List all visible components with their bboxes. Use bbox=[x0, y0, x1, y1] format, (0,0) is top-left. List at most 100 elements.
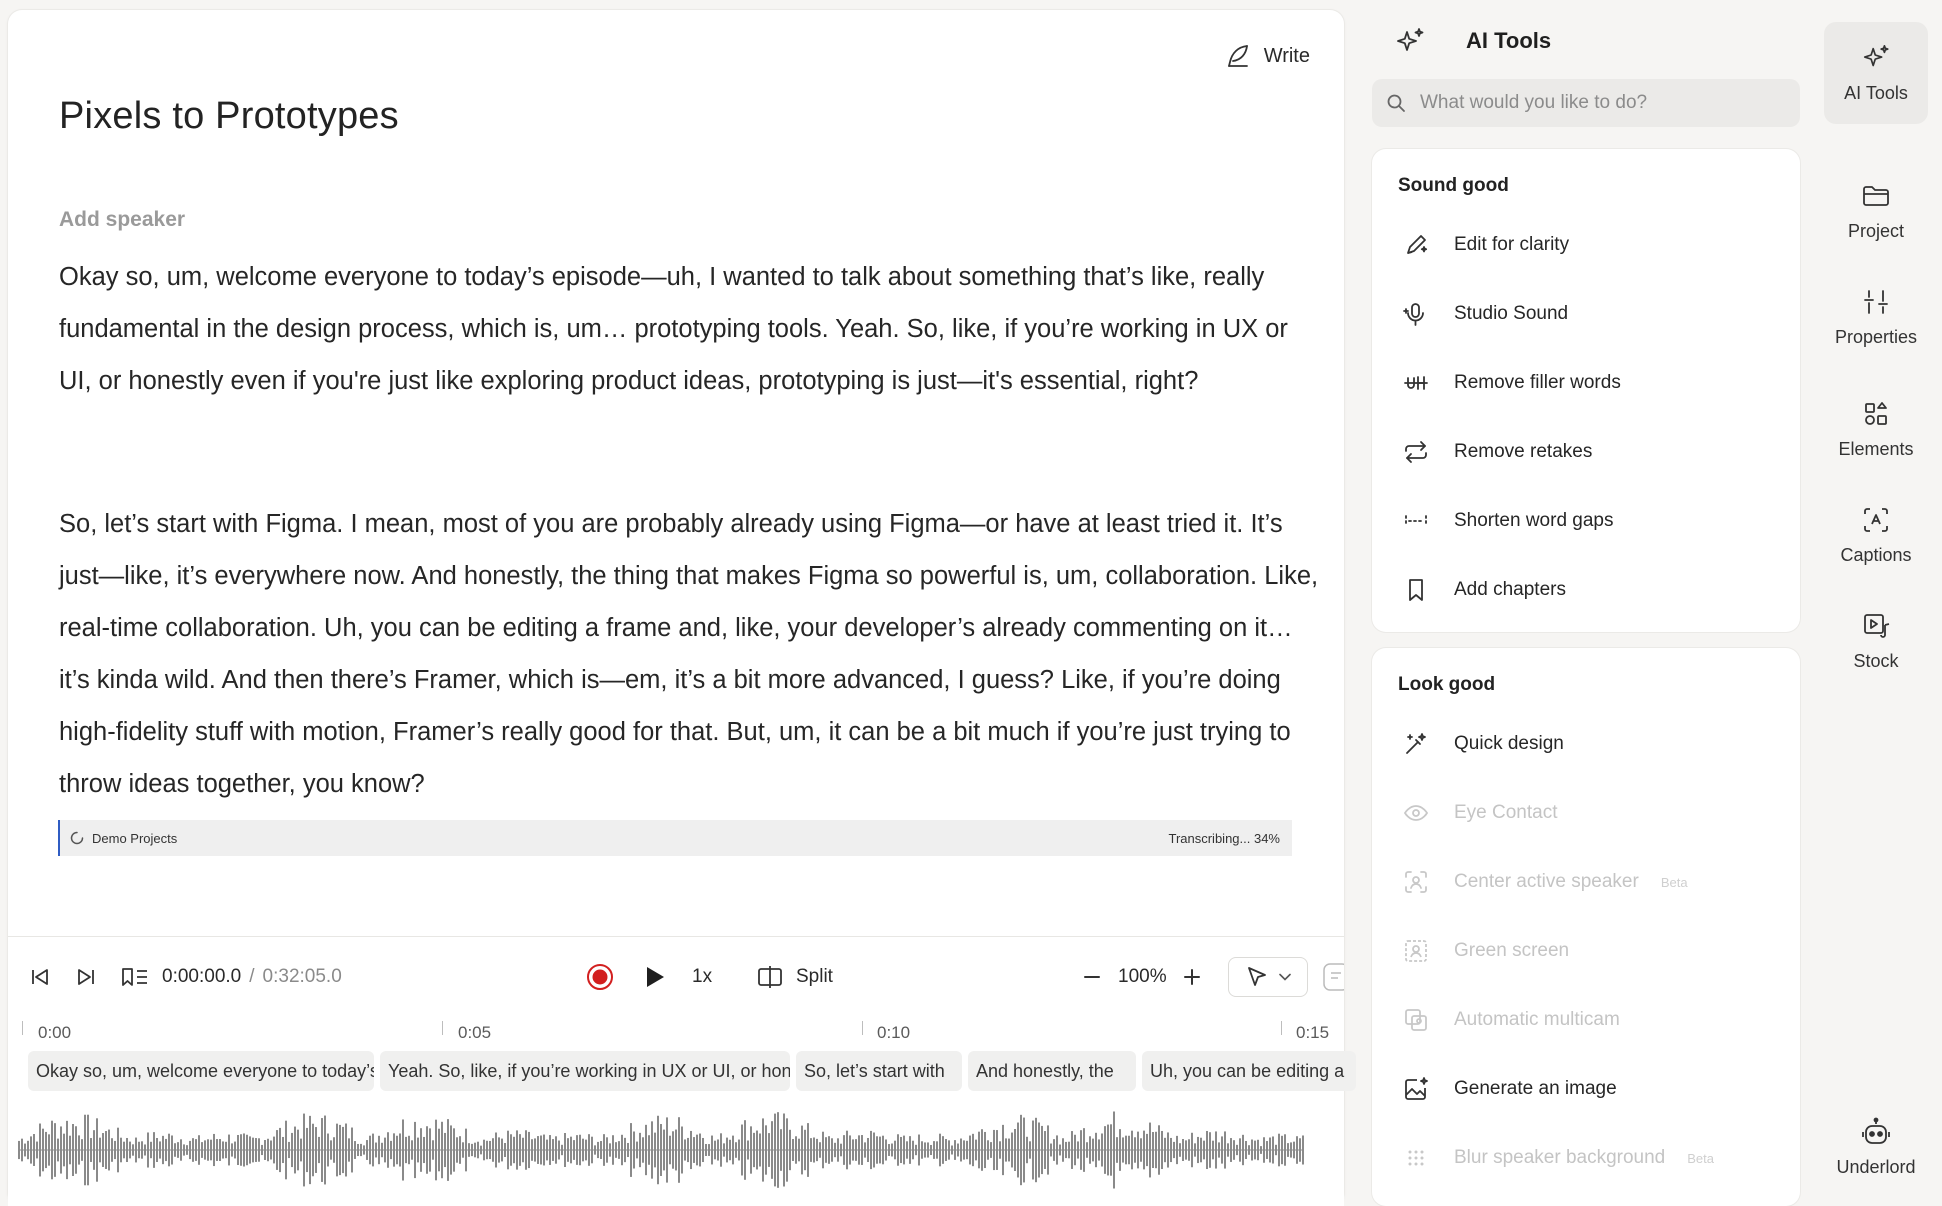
tool-label: Remove filler words bbox=[1454, 372, 1621, 393]
plus-icon bbox=[1180, 965, 1204, 989]
timecode-display: 0:00:00.0 / 0:32:05.0 bbox=[162, 955, 342, 999]
eye-icon bbox=[1390, 787, 1442, 839]
generate-image-button[interactable]: Generate an image bbox=[1388, 1063, 1784, 1115]
ruler-tick bbox=[1281, 1021, 1282, 1035]
transcript-clip[interactable]: So, let’s start with bbox=[796, 1051, 962, 1091]
pen-sparkle-icon bbox=[1390, 219, 1442, 271]
tool-label: Automatic multicam bbox=[1454, 1009, 1620, 1030]
total-duration: 0:32:05.0 bbox=[262, 966, 342, 987]
rail-label: Captions bbox=[1840, 544, 1912, 565]
tool-label: Add chapters bbox=[1454, 579, 1566, 600]
center-active-speaker-button[interactable]: Center active speaker Beta bbox=[1388, 856, 1784, 908]
multicam-icon bbox=[1390, 994, 1442, 1046]
ruler-tick bbox=[22, 1021, 23, 1035]
transcript-clip[interactable]: And honestly, the bbox=[968, 1051, 1136, 1091]
ruler-tick bbox=[442, 1021, 443, 1035]
time-separator: / bbox=[249, 966, 255, 987]
ruler-label: 0:00 bbox=[38, 1023, 72, 1042]
zoom-in-button[interactable] bbox=[1180, 955, 1204, 999]
transcription-status-bar: Demo Projects Transcribing... 34% bbox=[58, 820, 1292, 856]
add-chapters-button[interactable]: Add chapters bbox=[1388, 564, 1784, 616]
rail-properties[interactable]: Properties bbox=[1824, 266, 1928, 368]
studio-sound-button[interactable]: Studio Sound bbox=[1388, 288, 1784, 340]
ai-search-box[interactable] bbox=[1372, 79, 1800, 127]
ruler-label: 0:05 bbox=[458, 1023, 492, 1042]
more-tools-button[interactable] bbox=[1322, 955, 1344, 999]
tool-label: Remove retakes bbox=[1454, 441, 1593, 462]
current-time: 0:00:00.0 bbox=[162, 966, 242, 987]
waveform-baseline bbox=[18, 1149, 1304, 1151]
ai-tools-header bbox=[1394, 22, 1426, 62]
transcript-clip[interactable]: Yeah. So, like, if you’re working in UX … bbox=[380, 1051, 790, 1091]
add-speaker-label[interactable]: Add speaker bbox=[59, 208, 185, 232]
chapters-button[interactable] bbox=[120, 955, 150, 999]
rail-label: Properties bbox=[1834, 326, 1918, 347]
section-title: Sound good bbox=[1398, 175, 1509, 196]
timeline-panel: 0:00:00.0 / 0:32:05.0 1x Split 100% 0:00… bbox=[8, 936, 1356, 1206]
rail-captions[interactable]: Captions bbox=[1824, 484, 1928, 586]
ai-tools-title: AI Tools bbox=[1466, 28, 1552, 53]
transcribing-progress: Transcribing... 34% bbox=[1168, 830, 1280, 846]
split-button[interactable]: Split bbox=[756, 955, 833, 999]
pointer-tool-select[interactable] bbox=[1228, 957, 1308, 997]
tool-label: Generate an image bbox=[1454, 1078, 1617, 1099]
remove-filler-words-button[interactable]: Remove filler words bbox=[1388, 357, 1784, 409]
rail-label: Elements bbox=[1838, 438, 1914, 459]
spinner-icon bbox=[70, 831, 84, 845]
tool-label: Eye Contact bbox=[1454, 802, 1558, 823]
skip-forward-button[interactable] bbox=[74, 955, 98, 999]
rail-ai-tools[interactable]: AI Tools bbox=[1824, 22, 1928, 124]
split-label: Split bbox=[796, 966, 833, 987]
strikethrough-icon bbox=[1390, 357, 1442, 409]
search-icon bbox=[1386, 93, 1406, 113]
green-screen-button[interactable]: Green screen bbox=[1388, 925, 1784, 977]
sound-good-section: Sound good Edit for clarity Studio Sound… bbox=[1372, 149, 1800, 632]
rail-elements[interactable]: Elements bbox=[1824, 378, 1928, 480]
automatic-multicam-button[interactable]: Automatic multicam bbox=[1388, 994, 1784, 1046]
remove-retakes-button[interactable]: Remove retakes bbox=[1388, 426, 1784, 478]
magic-brush-icon bbox=[1390, 718, 1442, 770]
skip-back-button[interactable] bbox=[28, 955, 52, 999]
tool-label: Green screen bbox=[1454, 940, 1570, 961]
blur-icon bbox=[1390, 1132, 1442, 1184]
gap-icon bbox=[1390, 495, 1442, 547]
sparkle-icon bbox=[1394, 26, 1426, 58]
rail-underlord[interactable]: Underlord bbox=[1824, 1096, 1928, 1198]
rail-project[interactable]: Project bbox=[1824, 160, 1928, 262]
stock-media-icon bbox=[1861, 611, 1891, 641]
rail-label: AI Tools bbox=[1844, 82, 1908, 103]
section-title: Look good bbox=[1398, 674, 1496, 695]
document-title[interactable]: Pixels to Prototypes bbox=[59, 95, 399, 138]
write-label: Write bbox=[1263, 44, 1310, 67]
ruler-label: 0:10 bbox=[877, 1023, 911, 1042]
transcript-clip[interactable]: Okay so, um, welcome everyone to today’s… bbox=[28, 1051, 374, 1091]
eye-contact-button[interactable]: Eye Contact bbox=[1388, 787, 1784, 839]
transcript-paragraph[interactable]: Okay so, um, welcome everyone to today’s… bbox=[59, 251, 1319, 407]
right-rail: AI Tools Project Properties Elements Cap… bbox=[1820, 0, 1942, 1206]
tool-label: Edit for clarity bbox=[1454, 234, 1570, 255]
edit-for-clarity-button[interactable]: Edit for clarity bbox=[1388, 219, 1784, 271]
cursor-icon bbox=[1245, 965, 1269, 989]
rail-stock[interactable]: Stock bbox=[1824, 590, 1928, 692]
folder-icon bbox=[1861, 181, 1891, 211]
ai-search-input[interactable] bbox=[1420, 92, 1780, 114]
shorten-word-gaps-button[interactable]: Shorten word gaps bbox=[1388, 495, 1784, 547]
zoom-out-button[interactable] bbox=[1080, 955, 1104, 999]
transcript-clip[interactable]: Uh, you can be editing a bbox=[1142, 1051, 1356, 1091]
write-button[interactable]: Write bbox=[1216, 34, 1318, 78]
rail-label: Project bbox=[1847, 220, 1905, 241]
center-speaker-icon bbox=[1390, 856, 1442, 908]
quick-design-button[interactable]: Quick design bbox=[1388, 718, 1784, 770]
skip-back-icon bbox=[28, 965, 52, 989]
audio-waveform[interactable] bbox=[18, 1105, 1304, 1195]
ruler-tick bbox=[862, 1021, 863, 1035]
timeline-ruler[interactable]: 0:00 0:05 0:10 0:15 bbox=[8, 1013, 1344, 1043]
playback-speed-button[interactable]: 1x bbox=[692, 955, 712, 999]
record-button[interactable] bbox=[586, 955, 614, 999]
chevron-down-icon bbox=[1279, 973, 1291, 981]
blur-speaker-background-button[interactable]: Blur speaker background Beta bbox=[1388, 1132, 1784, 1184]
transcript-paragraph[interactable]: So, let’s start with Figma. I mean, most… bbox=[59, 498, 1319, 810]
play-button[interactable] bbox=[644, 955, 666, 999]
skip-forward-icon bbox=[74, 965, 98, 989]
transcript-clips-track: Okay so, um, welcome everyone to today’s… bbox=[18, 1051, 1356, 1091]
